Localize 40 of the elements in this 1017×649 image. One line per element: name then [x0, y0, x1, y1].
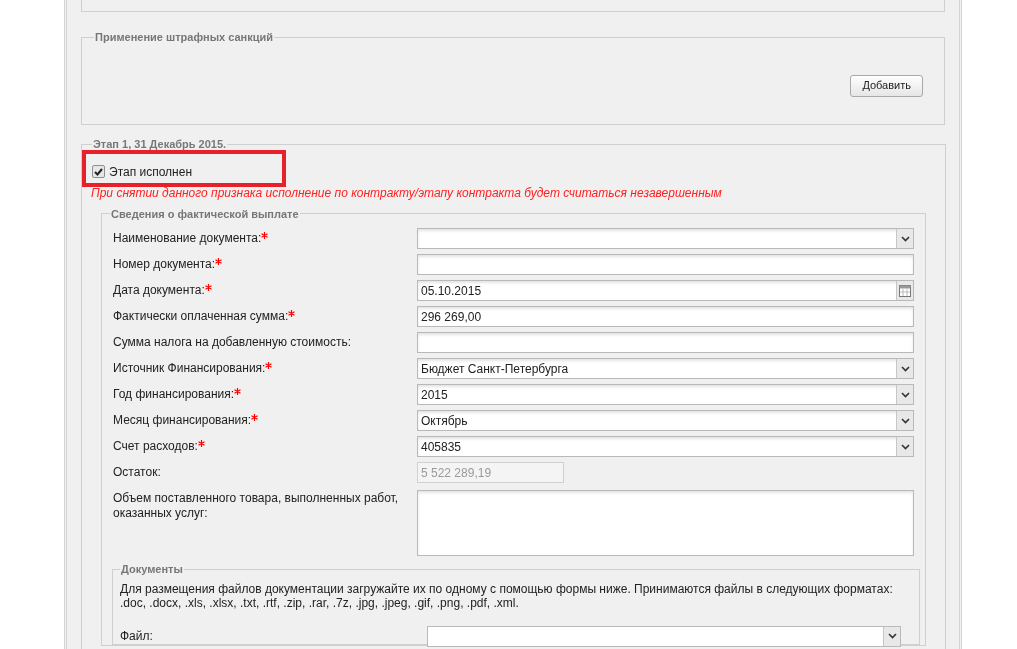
caret-icon [900, 417, 910, 424]
dropdown-field[interactable]: 405835 [417, 436, 914, 457]
input-field[interactable] [417, 254, 914, 275]
caret-icon [900, 235, 910, 242]
dropdown-field[interactable] [427, 625, 901, 647]
section-title: Сведения о фактической выплате [110, 206, 300, 222]
dropdown-field[interactable]: Бюджет Санкт-Петербурга [417, 358, 914, 379]
input-field[interactable]: 296 269,00 [417, 306, 914, 327]
readonly-field: 5 522 289,19 [417, 462, 564, 483]
dropdown-field[interactable]: 2015 [417, 384, 914, 405]
field-label: Источник Финансирования: [113, 361, 417, 376]
check-icon [94, 167, 103, 176]
section-title: Этап 1, 31 Декабрь 2015. [92, 137, 228, 152]
calendar-icon [899, 284, 911, 297]
field-label: Счет расходов: [113, 439, 417, 454]
completed-checkbox[interactable]: Этап исполнен [92, 162, 193, 181]
text-area[interactable] [417, 490, 914, 556]
field-label: Остаток: [113, 465, 162, 480]
warning-text: При снятии данного признака исполнение по контракту/этапу контракта будет считаться незавершенным [91, 184, 723, 202]
caret-icon [900, 391, 910, 398]
field-label: Объем поставленного товара, выполненных работ, оказанных услуг: [113, 490, 400, 521]
field-label: Дата документа: [113, 283, 417, 298]
input-field[interactable] [417, 332, 914, 353]
caret-icon [900, 365, 910, 372]
add-button[interactable]: Добавить [850, 74, 923, 97]
dropdown-field[interactable] [417, 228, 914, 249]
caret-icon [900, 443, 910, 450]
field-label: Номер документа: [113, 257, 417, 272]
documents-hint: Для размещения файлов документации загружайте их по одному с помощью формы ниже. Принимаются файлы в следующих форматах: .doc, .docx, .xls, .xlsx, .txt, .rtf, .zip, .rar, .7z, .jpg, .jpeg, .gif, .png, .pdf, .xml. [120, 581, 894, 610]
field-label: Сумма налога на добавленную стоимость: [113, 335, 352, 350]
field-label: Файл: [120, 628, 154, 645]
date-field[interactable]: 05.10.2015 [417, 280, 914, 301]
field-label: Год финансирования: [113, 387, 417, 402]
field-label: Фактически оплаченная сумма: [113, 309, 417, 324]
dropdown-field[interactable]: Октябрь [417, 410, 914, 431]
caret-icon [887, 633, 897, 639]
section-title: Применение штрафных санкций [94, 30, 275, 45]
field-label: Месяц финансирования: [113, 413, 417, 428]
section-title: Документы [120, 562, 184, 577]
field-label: Наименование документа: [113, 231, 417, 246]
